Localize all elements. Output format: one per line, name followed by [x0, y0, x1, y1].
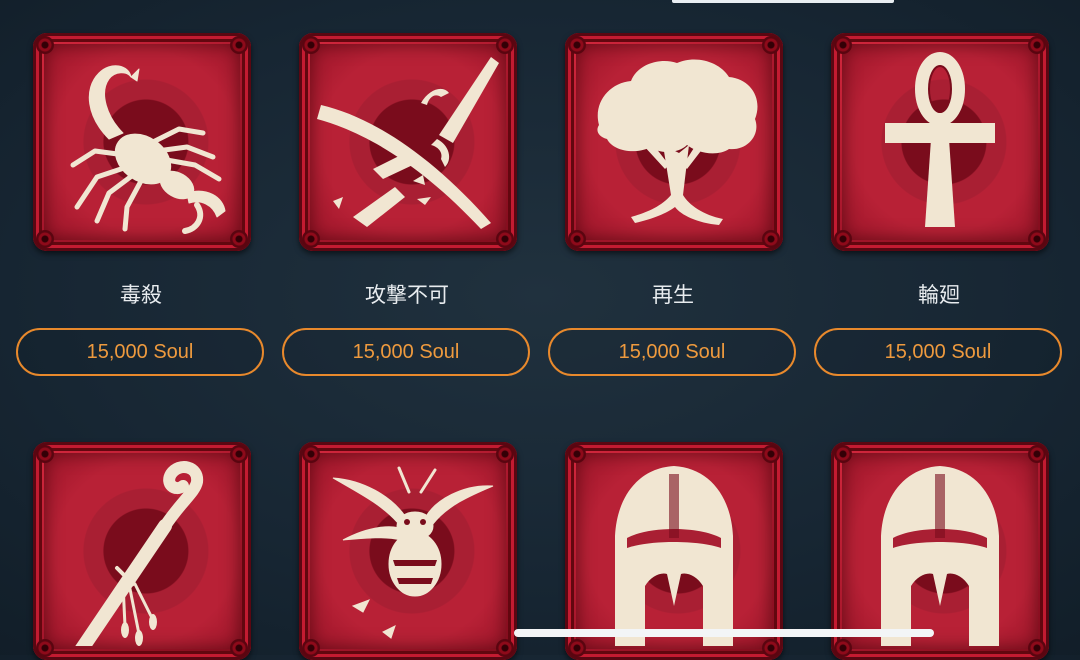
- skill-card-helmet-1[interactable]: [532, 409, 814, 660]
- buy-button[interactable]: 15,000 Soul: [16, 328, 264, 376]
- buy-button[interactable]: 15,000 Soul: [548, 328, 796, 376]
- home-indicator[interactable]: [514, 629, 934, 637]
- skill-card-regenerate[interactable]: 再生 15,000 Soul: [532, 0, 814, 400]
- skill-tile[interactable]: [565, 442, 783, 660]
- skill-tile[interactable]: [299, 33, 517, 251]
- buy-button[interactable]: 15,000 Soul: [814, 328, 1062, 376]
- skill-card-wasp[interactable]: [266, 409, 548, 660]
- skill-card-staff[interactable]: [0, 409, 282, 660]
- helmet-icon: [615, 466, 733, 646]
- helmet-icon: [881, 466, 999, 646]
- buy-button[interactable]: 15,000 Soul: [282, 328, 530, 376]
- skill-card-helmet-2[interactable]: [798, 409, 1080, 660]
- tree-icon: [597, 59, 758, 225]
- skill-tile[interactable]: [299, 442, 517, 660]
- scorpion-icon: [70, 65, 226, 234]
- skill-tile[interactable]: [33, 33, 251, 251]
- shepherd-staff-icon: [75, 461, 204, 646]
- skill-tile[interactable]: [33, 442, 251, 660]
- wasp-icon: [332, 466, 494, 639]
- skill-card-reincarnation[interactable]: 輪廻 15,000 Soul: [798, 0, 1080, 400]
- skill-shop-grid: 毒殺 15,000 Soul 攻撃不可 15,000 Soul 再生 15,00…: [0, 0, 1080, 660]
- skill-name: 攻撃不可: [365, 283, 449, 307]
- skill-tile[interactable]: [831, 33, 1049, 251]
- skill-name: 毒殺: [120, 283, 162, 307]
- skill-card-no-attack[interactable]: 攻撃不可 15,000 Soul: [266, 0, 548, 400]
- skill-name: 輪廻: [918, 283, 960, 307]
- skill-name: 再生: [652, 283, 694, 307]
- skill-tile[interactable]: [565, 33, 783, 251]
- ankh-icon: [885, 52, 995, 227]
- broken-sword-icon: [317, 57, 499, 229]
- skill-card-poison[interactable]: 毒殺 15,000 Soul: [0, 0, 282, 400]
- skill-tile[interactable]: [831, 442, 1049, 660]
